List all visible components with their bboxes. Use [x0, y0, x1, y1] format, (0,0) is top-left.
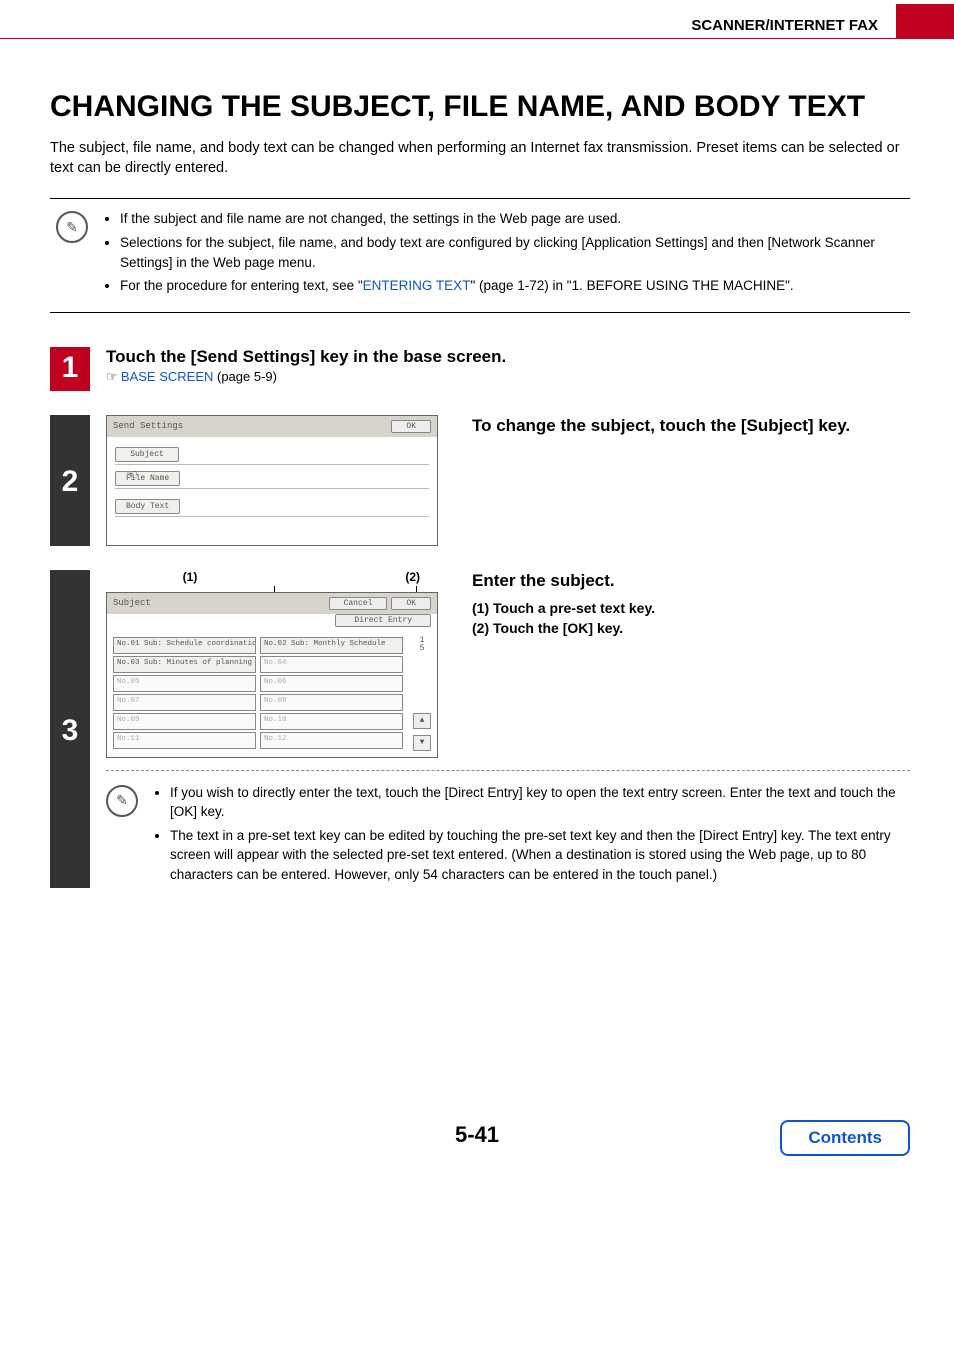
step-title: Touch the [Send Settings] key in the bas… — [106, 347, 910, 367]
top-bar: SCANNER/INTERNET FAX — [0, 0, 954, 39]
page-indicator: 1 5 — [413, 637, 431, 653]
preset-button[interactable]: No.03 Sub: Minutes of planning m — [113, 656, 256, 673]
step-2: 2 Send Settings OK Subject ☜ File Name — [50, 415, 910, 546]
callout: (1) — [106, 570, 274, 584]
pencil-icon: ✎ — [56, 211, 88, 243]
step-number: 2 — [50, 415, 90, 546]
preset-button[interactable]: No.01 Sub: Schedule coordination — [113, 637, 256, 654]
divider — [106, 770, 910, 771]
page-title: CHANGING THE SUBJECT, FILE NAME, AND BOD… — [50, 89, 910, 124]
preset-button[interactable]: No.07 — [113, 694, 256, 711]
step-substep: (1) Touch a pre-set text key. — [472, 600, 910, 616]
step-3: 3 (1) (2) Subject Cancel OK — [50, 570, 910, 889]
ok-button[interactable]: OK — [391, 420, 431, 433]
ok-button[interactable]: OK — [391, 597, 431, 610]
send-settings-panel: Send Settings OK Subject ☜ File Name — [106, 415, 438, 546]
pencil-icon: ✎ — [106, 785, 138, 817]
preset-button[interactable]: No.05 — [113, 675, 256, 692]
preset-button[interactable]: No.02 Sub: Monthly Schedule — [260, 637, 403, 654]
cancel-button[interactable]: Cancel — [329, 597, 388, 610]
callout: (2) — [274, 570, 426, 584]
note-item: If the subject and file name are not cha… — [120, 209, 904, 229]
note-item: If you wish to directly enter the text, … — [170, 783, 910, 822]
pointer-hand-icon: ☜ — [127, 467, 137, 485]
note-item: The text in a pre-set text key can be ed… — [170, 826, 910, 885]
direct-entry-button[interactable]: Direct Entry — [335, 614, 431, 627]
subject-panel: Subject Cancel OK Direct Entry — [106, 592, 438, 758]
subject-button[interactable]: Subject — [115, 447, 179, 462]
step-ref: ☞ BASE SCREEN (page 5-9) — [106, 369, 910, 385]
preset-button[interactable]: No.12 — [260, 732, 403, 749]
panel-title: Subject — [113, 598, 151, 608]
step-substep: (2) Touch the [OK] key. — [472, 620, 910, 636]
note-item: Selections for the subject, file name, a… — [120, 233, 904, 272]
brand-accent — [896, 4, 954, 38]
contents-button[interactable]: Contents — [780, 1120, 910, 1156]
preset-button[interactable]: No.08 — [260, 694, 403, 711]
note-item: For the procedure for entering text, see… — [120, 276, 904, 296]
preset-button[interactable]: No.11 — [113, 732, 256, 749]
panel-title: Send Settings — [113, 421, 183, 431]
step-number: 1 — [50, 347, 90, 391]
filename-button[interactable]: File Name — [115, 471, 180, 486]
scroll-down-button[interactable]: ▼ — [413, 735, 431, 751]
intro-text: The subject, file name, and body text ca… — [50, 138, 910, 178]
link-base-screen[interactable]: BASE SCREEN — [121, 369, 213, 384]
section-title: SCANNER/INTERNET FAX — [691, 17, 896, 38]
preset-button[interactable]: No.04 — [260, 656, 403, 673]
note-box: ✎ If the subject and file name are not c… — [50, 198, 910, 312]
preset-button[interactable]: No.09 — [113, 713, 256, 730]
bodytext-button[interactable]: Body Text — [115, 499, 180, 514]
step-title: To change the subject, touch the [Subjec… — [472, 415, 910, 437]
link-entering-text[interactable]: ENTERING TEXT — [363, 278, 471, 293]
scroll-up-button[interactable]: ▲ — [413, 713, 431, 729]
step-title: Enter the subject. — [472, 570, 910, 592]
step-number: 3 — [50, 570, 90, 889]
step-1: 1 Touch the [Send Settings] key in the b… — [50, 347, 910, 391]
preset-button[interactable]: No.06 — [260, 675, 403, 692]
preset-button[interactable]: No.10 — [260, 713, 403, 730]
